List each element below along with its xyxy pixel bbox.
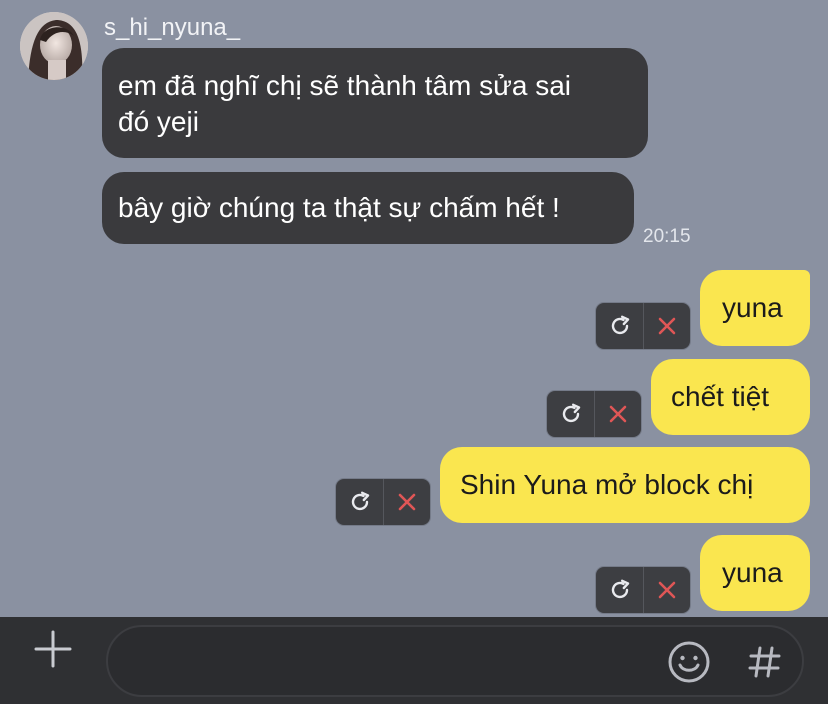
- incoming-message-1-line-2: đó yeji: [118, 106, 199, 137]
- retry-icon: [611, 579, 629, 599]
- outgoing-message-2-text: chết tiệt: [671, 381, 770, 412]
- outgoing-message-2[interactable]: chết tiệt: [651, 359, 810, 435]
- message-actions-1: [596, 303, 690, 349]
- retry-icon: [562, 403, 580, 423]
- hash-button[interactable]: [743, 638, 787, 686]
- retry-icon: [351, 491, 369, 511]
- sender-avatar[interactable]: [20, 12, 88, 80]
- emoji-button[interactable]: [665, 638, 713, 686]
- message-actions-3: [336, 479, 430, 525]
- message-input[interactable]: [132, 639, 656, 685]
- plus-button[interactable]: [24, 620, 82, 678]
- sender-name: s_hi_nyuna_: [104, 14, 241, 41]
- outgoing-message-3[interactable]: Shin Yuna mở block chị: [440, 447, 810, 523]
- incoming-message-2[interactable]: bây giờ chúng ta thật sự chấm hết !: [102, 172, 634, 244]
- delete-button-2[interactable]: [595, 391, 641, 437]
- message-time: 20:15: [643, 226, 691, 247]
- outgoing-message-1-text: yuna: [722, 292, 783, 323]
- outgoing-message-4[interactable]: yuna: [700, 535, 810, 611]
- delete-icon: [658, 581, 676, 599]
- incoming-message-1-line-1: em đã nghĩ chị sẽ thành tâm sửa sai: [118, 70, 571, 101]
- delete-icon: [609, 405, 627, 423]
- delete-button-4[interactable]: [644, 567, 690, 613]
- chat-area: s_hi_nyuna_ em đã nghĩ chị sẽ thành tâm …: [0, 0, 828, 617]
- delete-icon: [658, 317, 676, 335]
- emoji-icon: [668, 641, 710, 683]
- retry-button-3[interactable]: [336, 479, 383, 525]
- retry-icon: [611, 315, 629, 335]
- outgoing-message-1[interactable]: yuna: [700, 270, 810, 346]
- delete-button-3[interactable]: [384, 479, 430, 525]
- message-actions-2: [547, 391, 641, 437]
- retry-button-2[interactable]: [547, 391, 594, 437]
- incoming-message-2-text: bây giờ chúng ta thật sự chấm hết !: [118, 192, 560, 223]
- avatar-image: [20, 12, 88, 80]
- retry-button-1[interactable]: [596, 303, 643, 349]
- outgoing-message-4-text: yuna: [722, 557, 783, 588]
- incoming-message-1[interactable]: em đã nghĩ chị sẽ thành tâm sửa sai đó y…: [102, 48, 648, 158]
- outgoing-message-3-text: Shin Yuna mở block chị: [460, 469, 754, 500]
- plus-icon: [34, 630, 72, 668]
- retry-button-4[interactable]: [596, 567, 643, 613]
- delete-button-1[interactable]: [644, 303, 690, 349]
- message-actions-4: [596, 567, 690, 613]
- hash-icon: [748, 646, 781, 678]
- delete-icon: [398, 493, 416, 511]
